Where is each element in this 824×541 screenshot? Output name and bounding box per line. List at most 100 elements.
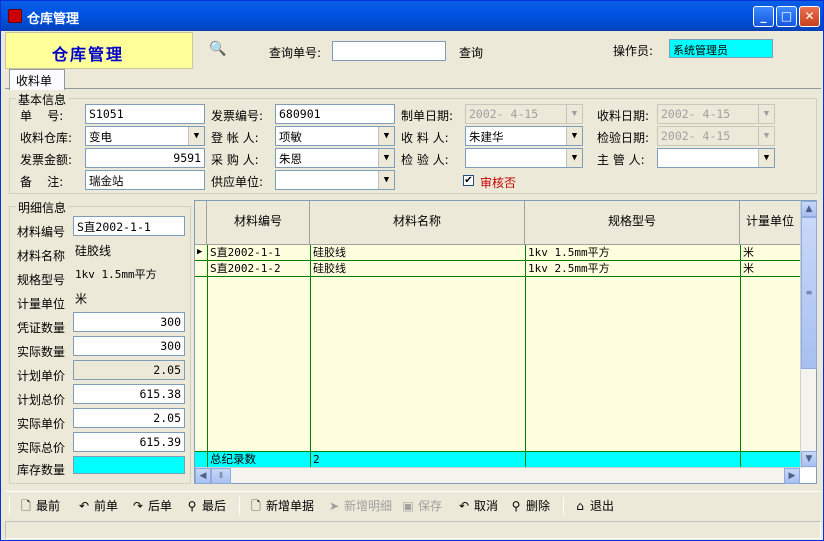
plan-total-field[interactable]: 615.38 — [73, 384, 185, 404]
scroll-down-icon[interactable]: ▼ — [801, 451, 817, 467]
close-button[interactable]: ✕ — [799, 6, 820, 27]
cell-spec[interactable]: 1kv 1.5mm平方 — [526, 245, 740, 261]
toolbar-separator — [9, 497, 10, 515]
operator-field: 系统管理员 — [669, 39, 773, 58]
warehouse-value: 变电 — [89, 130, 112, 144]
inspect-date-label: 检验日期: — [597, 131, 650, 145]
save-label: 保存 — [418, 499, 443, 513]
scroll-thumb[interactable]: ≡ — [801, 217, 817, 369]
doc-no-label: 单 号: — [20, 109, 64, 123]
supplier-select[interactable]: ▼ — [275, 170, 395, 190]
operator-label: 操作员: — [613, 44, 654, 58]
col-header-unit[interactable]: 计量单位 — [740, 201, 800, 245]
floppy-icon: ▣ — [402, 499, 414, 513]
chevron-down-icon[interactable]: ▼ — [378, 171, 394, 189]
chevron-down-icon[interactable]: ▼ — [378, 127, 394, 145]
table-row[interactable]: S直2002-1-2 硅胶线 1kv 2.5mm平方 米 — [195, 261, 800, 277]
remark-label: 备 注: — [20, 175, 64, 189]
scroll-left-icon[interactable]: ◀ — [195, 468, 211, 484]
save-button[interactable]: ▣ 保存 — [401, 496, 442, 516]
binoculars-icon: ⚲ — [187, 499, 197, 513]
chevron-down-icon[interactable]: ▼ — [758, 127, 774, 145]
buyer-select[interactable]: 朱恩 ▼ — [275, 148, 395, 168]
chevron-down-icon[interactable]: ▼ — [378, 149, 394, 167]
binoculars-icon: ⚲ — [511, 499, 521, 513]
new-detail-button[interactable]: ➤ 新增明细 — [327, 496, 392, 516]
stock-qty-label: 库存数量 — [17, 463, 66, 477]
cell-material-name[interactable]: 硅胶线 — [311, 261, 525, 277]
last-button[interactable]: ⚲ 最后 — [185, 496, 226, 516]
remark-field[interactable]: 瑞金站 — [85, 170, 205, 190]
scroll-right-icon[interactable]: ▶ — [784, 468, 800, 484]
cell-unit[interactable]: 米 — [741, 261, 800, 277]
receiver-select[interactable]: 朱建华 ▼ — [465, 126, 583, 146]
plan-total-label: 计划总价 — [17, 393, 66, 407]
cell-material-code[interactable]: S直2002-1-2 — [208, 261, 310, 277]
chevron-down-icon[interactable]: ▼ — [758, 149, 774, 167]
supervisor-select[interactable]: ▼ — [657, 148, 775, 168]
horizontal-scrollbar[interactable]: ◀ ⦀ ▶ — [195, 467, 800, 484]
chevron-down-icon[interactable]: ▼ — [758, 105, 774, 123]
total-value: 2 — [313, 453, 320, 466]
maximize-button[interactable]: □ — [776, 6, 797, 27]
inspector-label: 检 验 人: — [401, 153, 449, 167]
query-button[interactable]: 查询 — [459, 44, 483, 61]
prev-button[interactable]: ↶ 前单 — [77, 496, 118, 516]
tab-receipt[interactable]: 收料单 — [9, 69, 65, 90]
scroll-up-icon[interactable]: ▲ — [801, 201, 817, 217]
minimize-button[interactable]: _ — [753, 6, 774, 27]
receive-date-field[interactable]: 2002- 4-15 ▼ — [657, 104, 775, 124]
col-header-material-name[interactable]: 材料名称 — [310, 201, 525, 245]
new-doc-button[interactable]: 🗋 新增单据 — [249, 496, 314, 516]
hscroll-thumb[interactable]: ⦀ — [211, 468, 231, 484]
cell-unit[interactable]: 米 — [741, 245, 800, 261]
voucher-qty-field[interactable]: 300 — [73, 312, 185, 332]
new-doc-label: 新增单据 — [266, 499, 315, 513]
exit-button[interactable]: ⌂ 退出 — [573, 496, 614, 516]
create-date-value: 2002- 4-15 — [469, 107, 539, 121]
inspector-select[interactable]: ▼ — [465, 148, 583, 168]
grid-line — [525, 245, 526, 467]
chevron-down-icon[interactable]: ▼ — [188, 127, 204, 145]
grid-body: ▶ S直2002-1-1 硅胶线 1kv 1.5mm平方 米 S直2002-1-… — [195, 245, 800, 467]
magnifier-icon[interactable]: 🔍 — [209, 41, 226, 57]
chevron-down-icon[interactable]: ▼ — [566, 127, 582, 145]
cancel-button[interactable]: ↶ 取消 — [457, 496, 498, 516]
receive-date-label: 收料日期: — [597, 109, 650, 123]
query-input[interactable] — [332, 41, 446, 61]
chevron-down-icon[interactable]: ▼ — [566, 105, 582, 123]
inspect-date-field[interactable]: 2002- 4-15 ▼ — [657, 126, 775, 146]
warehouse-select[interactable]: 变电 ▼ — [85, 126, 205, 146]
audit-checkbox[interactable]: ✔ — [463, 175, 474, 186]
doc-no-field[interactable]: S1051 — [85, 104, 205, 124]
invoice-no-field[interactable]: 680901 — [275, 104, 395, 124]
table-row[interactable]: ▶ S直2002-1-1 硅胶线 1kv 1.5mm平方 米 — [195, 245, 800, 261]
cell-spec[interactable]: 1kv 2.5mm平方 — [526, 261, 740, 277]
actual-qty-field[interactable]: 300 — [73, 336, 185, 356]
cell-material-name[interactable]: 硅胶线 — [311, 245, 525, 261]
vertical-scrollbar[interactable]: ▲ ≡ ▼ — [800, 201, 817, 468]
col-header-spec[interactable]: 规格型号 — [525, 201, 740, 245]
actual-total-field[interactable]: 615.39 — [73, 432, 185, 452]
exit-label: 退出 — [590, 499, 615, 513]
create-date-label: 制单日期: — [401, 109, 454, 123]
registrar-select[interactable]: 项敏 ▼ — [275, 126, 395, 146]
delete-button[interactable]: ⚲ 删除 — [509, 496, 550, 516]
undo-icon: ↶ — [458, 499, 470, 513]
detail-grid[interactable]: 材料编号 材料名称 规格型号 计量单位 ▶ S直2002-1-1 硅胶线 1kv… — [194, 200, 817, 484]
cell-material-code[interactable]: S直2002-1-1 — [208, 245, 310, 261]
next-button[interactable]: ↷ 后单 — [131, 496, 172, 516]
query-label: 查询单号: — [269, 46, 322, 60]
row-indicator-header — [195, 201, 207, 245]
chevron-down-icon[interactable]: ▼ — [566, 149, 582, 167]
toolbar-separator — [239, 497, 240, 515]
invoice-amount-field[interactable]: 9591 — [85, 148, 205, 168]
col-header-material-code[interactable]: 材料编号 — [207, 201, 310, 245]
material-code-field[interactable]: S直2002-1-1 — [73, 216, 185, 236]
document-icon: 🗋 — [21, 499, 31, 513]
first-button[interactable]: 🗋 最前 — [19, 496, 60, 516]
new-detail-label: 新增明细 — [344, 499, 393, 513]
last-label: 最后 — [202, 499, 227, 513]
create-date-field[interactable]: 2002- 4-15 ▼ — [465, 104, 583, 124]
actual-price-field[interactable]: 2.05 — [73, 408, 185, 428]
